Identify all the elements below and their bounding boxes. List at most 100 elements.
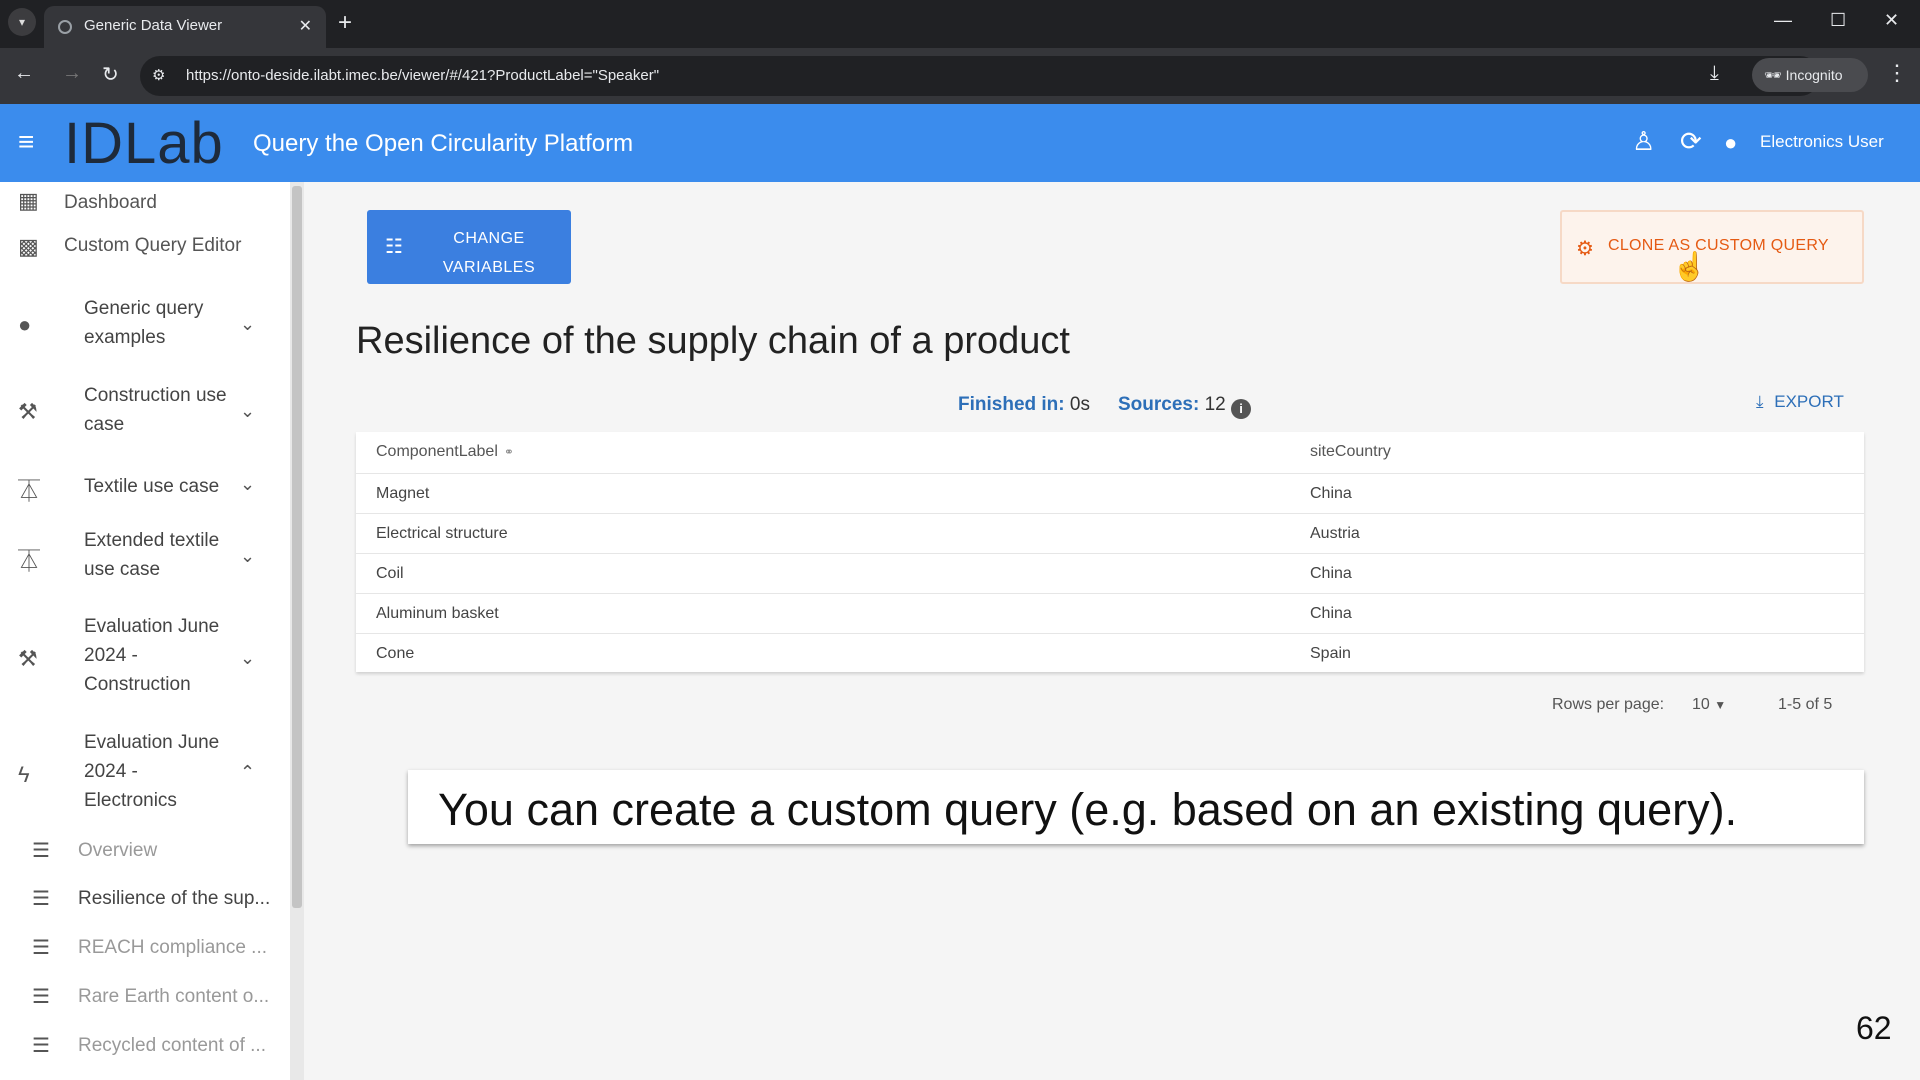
browser-toolbar: ← → ↻ ⚙ https://onto-deside.ilabt.imec.b…: [0, 48, 1920, 104]
table-cell: Electrical structure: [376, 525, 508, 542]
chevron-down-icon: ⌄: [240, 546, 256, 566]
sources: Sources: 12 i: [1118, 394, 1252, 419]
rows-per-page-select[interactable]: 10 ▼: [1692, 696, 1726, 714]
sidebar-item-reach[interactable]: ☰ REACH compliance ...: [0, 925, 290, 971]
rows-per-page-value: 10: [1692, 696, 1710, 713]
export-button[interactable]: ⤓ EXPORT: [1756, 392, 1844, 412]
clone-as-custom-query-button[interactable]: ⚙ CLONE AS CUSTOM QUERY: [1560, 210, 1864, 284]
construction-icon: ⚒: [18, 399, 38, 424]
widgets-icon: ▩: [18, 234, 39, 259]
list-icon: ☰: [32, 888, 50, 910]
browser-tab[interactable]: Generic Data Viewer ✕: [44, 6, 326, 48]
app-bar: ≡ IDLab Query the Open Circularity Platf…: [0, 104, 1920, 182]
list-icon: ☰: [32, 937, 50, 959]
mouse-pointer-icon: ☝: [1672, 251, 1707, 282]
sources-value: 12: [1204, 394, 1226, 415]
user-label[interactable]: Electronics User: [1760, 132, 1884, 152]
browser-menu-icon[interactable]: ⋮: [1886, 60, 1908, 86]
sidebar-group-label: Generic query examples: [84, 298, 204, 348]
hanger-icon: ⏄: [18, 549, 41, 574]
column-header-label: ComponentLabel: [376, 443, 498, 460]
tab-search-icon[interactable]: ▾: [8, 8, 36, 36]
menu-icon[interactable]: ≡: [18, 126, 34, 158]
sidebar-item-label: Custom Query Editor: [64, 235, 242, 256]
clone-icon: ⚙: [1576, 238, 1594, 260]
slide-page-number: 62: [1856, 1010, 1892, 1046]
sidebar-group-label: Textile use case: [84, 476, 220, 497]
clone-button-label: CLONE AS CUSTOM QUERY: [1608, 237, 1829, 254]
sidebar-group-extended-textile[interactable]: ⏄ Extended textile use case ⌄: [0, 520, 290, 596]
caption-box: You can create a custom query (e.g. base…: [408, 770, 1864, 844]
forward-icon[interactable]: →: [62, 62, 82, 85]
sidebar-group-label: Extended textile use case: [84, 530, 220, 580]
info-icon: ●: [18, 312, 32, 337]
column-header[interactable]: ComponentLabel ⚭: [376, 443, 514, 461]
sidebar-item-custom-query-editor[interactable]: ▩ Custom Query Editor: [0, 226, 290, 266]
export-label: EXPORT: [1774, 392, 1844, 411]
bolt-icon: ϟ: [18, 762, 30, 787]
favicon-icon: [58, 20, 72, 34]
table-cell: China: [1310, 485, 1352, 502]
new-tab-icon[interactable]: +: [338, 9, 352, 37]
back-icon[interactable]: ←: [14, 62, 34, 85]
change-variables-button[interactable]: ☷ CHANGE VARIABLES: [367, 210, 571, 284]
sidebar-group-eval-electronics[interactable]: ϟ Evaluation June 2024 - Electronics ⌃: [0, 722, 290, 828]
sidebar-group-eval-construction[interactable]: ⚒ Evaluation June 2024 - Construction ⌄: [0, 606, 290, 712]
incognito-badge[interactable]: 🕶 Incognito: [1752, 58, 1868, 92]
table-cell: China: [1310, 565, 1352, 582]
construction-icon: ⚒: [18, 646, 38, 671]
incognito-icon: 🕶: [1764, 67, 1782, 83]
reload-icon[interactable]: ↻: [102, 62, 119, 87]
list-icon: ☰: [32, 986, 50, 1008]
account-icon[interactable]: ●: [1724, 130, 1737, 156]
site-info-icon[interactable]: ⚙: [152, 66, 165, 84]
table-row: Coil China: [356, 554, 1864, 594]
address-bar[interactable]: ⚙ https://onto-deside.ilabt.imec.be/view…: [140, 56, 1820, 96]
hanger-icon: ⏄: [18, 479, 41, 504]
sidebar-group-construction[interactable]: ⚒ Construction use case ⌄: [0, 375, 290, 451]
rows-per-page-label: Rows per page:: [1552, 696, 1665, 713]
list-icon: ☰: [32, 840, 50, 862]
maximize-icon[interactable]: ☐: [1830, 10, 1846, 31]
table-row: Magnet China: [356, 474, 1864, 514]
chevron-down-icon: ⌄: [240, 314, 256, 334]
sources-label: Sources:: [1118, 394, 1200, 415]
product-icon[interactable]: ♙: [1632, 126, 1655, 157]
chevron-down-icon: ⌄: [240, 401, 256, 421]
sidebar-item-recycled[interactable]: ☰ Recycled content of ...: [0, 1023, 290, 1069]
table-cell: Magnet: [376, 485, 430, 502]
download-icon: ⤓: [1756, 392, 1764, 411]
table-cell: China: [1310, 605, 1352, 622]
table-row: Aluminum basket China: [356, 594, 1864, 634]
table-cell: Austria: [1310, 525, 1360, 542]
sidebar-item-label: Dashboard: [64, 192, 157, 213]
table-cell: Spain: [1310, 645, 1351, 662]
download-icon[interactable]: ⤓: [1710, 62, 1719, 85]
table-row: Cone Spain: [356, 634, 1864, 674]
window-close-icon[interactable]: ✕: [1884, 10, 1899, 31]
sidebar-item-rare-earth[interactable]: ☰ Rare Earth content o...: [0, 974, 290, 1020]
finished-value: 0s: [1069, 394, 1090, 415]
caption-text: You can create a custom query (e.g. base…: [438, 784, 1738, 835]
sidebar-item-label: Overview: [78, 840, 158, 861]
column-header[interactable]: siteCountry: [1310, 443, 1391, 461]
sidebar-group-generic[interactable]: ● Generic query examples ⌄: [0, 288, 290, 364]
app-title: Query the Open Circularity Platform: [253, 130, 634, 157]
chevron-down-icon: ⌄: [240, 474, 256, 494]
tab-close-icon[interactable]: ✕: [299, 16, 312, 36]
sources-info-icon[interactable]: i: [1231, 399, 1252, 419]
sidebar-group-textile[interactable]: ⏄ Textile use case ⌄: [0, 462, 290, 512]
minimize-icon[interactable]: —: [1774, 10, 1792, 31]
sidebar-group-label: Construction use case: [84, 385, 227, 435]
sidebar-item-resilience[interactable]: ☰ Resilience of the sup...: [0, 876, 290, 922]
sidebar-item-dashboard[interactable]: ▦ Dashboard: [0, 182, 290, 220]
sidebar-item-overview[interactable]: ☰ Overview: [0, 828, 290, 874]
refresh-icon[interactable]: ⟳: [1680, 126, 1702, 157]
sidebar-scrollbar-thumb[interactable]: [292, 186, 302, 908]
results-table: ComponentLabel ⚭ siteCountry Magnet China…: [356, 432, 1864, 672]
change-variables-label: CHANGE VARIABLES: [442, 230, 536, 276]
table-row: Electrical structure Austria: [356, 514, 1864, 554]
sidebar-item-label: Rare Earth content o...: [78, 986, 270, 1007]
list-icon: ☰: [32, 1035, 50, 1057]
tab-title: Generic Data Viewer: [84, 17, 223, 34]
